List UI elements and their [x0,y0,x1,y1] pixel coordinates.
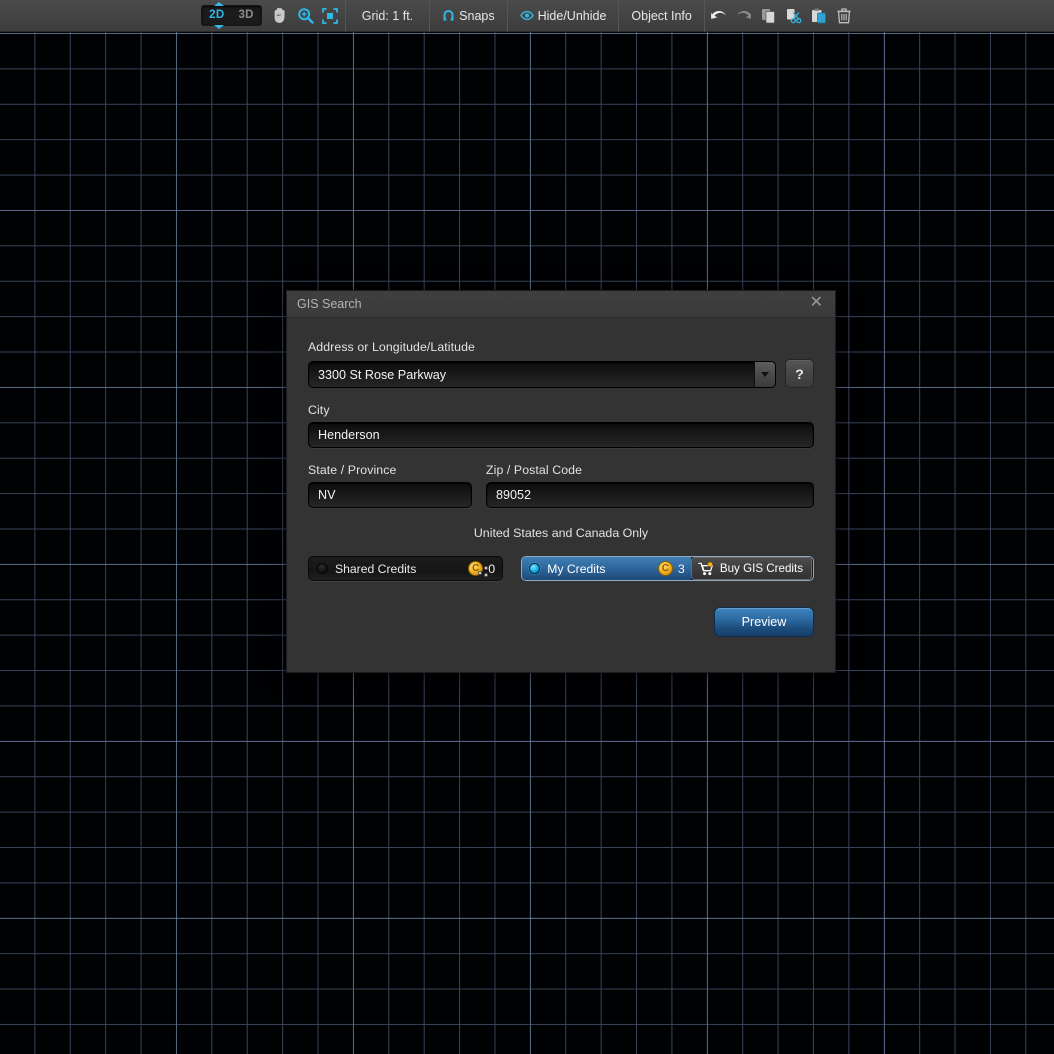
credits-row: Shared Credits 0 My Credits 3 [308,556,814,581]
snap-magnet-icon [442,9,455,22]
toolbar-separator [704,0,705,32]
eye-icon [520,10,534,21]
undo-button[interactable] [707,0,732,32]
dialog-title: GIS Search [297,297,808,311]
city-field-group: City Henderson [308,403,814,448]
shopping-cart-icon [698,562,715,576]
zoom-tool-button[interactable] [293,0,318,32]
snaps-label: Snaps [459,9,494,23]
shared-coin-icon [468,561,483,576]
zoom-extents-button[interactable] [318,0,343,32]
view-mode-2d[interactable]: 2D [202,6,231,25]
zip-field-group: Zip / Postal Code 89052 [486,463,814,508]
city-label: City [308,403,814,417]
hide-unhide-label: Hide/Unhide [538,9,607,23]
top-toolbar: 2D 3D [0,0,1054,32]
application-window: 2D 3D [0,0,1054,1054]
toolbar-separator [507,0,508,32]
my-credits-group: My Credits 3 [521,556,814,581]
object-info-button[interactable]: Object Info [621,0,701,32]
region-note: United States and Canada Only [308,526,814,540]
snaps-button[interactable]: Snaps [432,0,504,32]
state-field-group: State / Province NV [308,463,472,508]
trash-icon [837,8,851,24]
my-credits-count: 3 [678,562,686,576]
shared-credits-count: 0 [488,562,496,576]
undo-arrow-icon [710,8,728,23]
city-input[interactable]: Henderson [308,422,814,448]
delete-button[interactable] [832,0,857,32]
dialog-body: Address or Longitude/Latitude 3300 St Ro… [287,318,835,673]
grid-setting-label[interactable]: Grid: 1 ft. [348,9,427,23]
state-label: State / Province [308,463,472,477]
view-mode-3d[interactable]: 3D [231,6,260,25]
gis-search-dialog: GIS Search ✕ Address or Longitude/Latitu… [286,290,836,673]
paste-button[interactable] [807,0,832,32]
object-info-label: Object Info [631,9,691,23]
help-button[interactable]: ? [785,359,814,388]
view-mode-toggle[interactable]: 2D 3D [201,5,262,26]
toolbar-separator [618,0,619,32]
hide-unhide-button[interactable]: Hide/Unhide [510,0,617,32]
preview-button-wrap: Preview [714,607,814,637]
address-input[interactable]: 3300 St Rose Parkway [309,362,754,387]
pan-tool-button[interactable] [268,0,293,32]
address-field-group: Address or Longitude/Latitude 3300 St Ro… [308,340,814,388]
redo-button[interactable] [732,0,757,32]
toolbar-separator [429,0,430,32]
shared-credits-label: Shared Credits [335,562,468,576]
copy-icon [761,8,777,24]
address-combobox[interactable]: 3300 St Rose Parkway [308,361,776,388]
address-label: Address or Longitude/Latitude [308,340,814,354]
preview-button[interactable]: Preview [714,607,814,637]
shared-credits-option[interactable]: Shared Credits 0 [308,556,503,581]
magnifier-icon [297,7,314,24]
cut-scissors-icon [786,8,803,24]
my-credits-radio[interactable] [529,563,540,574]
zip-label: Zip / Postal Code [486,463,814,477]
state-input[interactable]: NV [308,482,472,508]
zoom-extents-icon [322,8,338,24]
my-credits-label: My Credits [547,562,658,576]
shared-credits-radio[interactable] [317,563,328,574]
toolbar-separator [345,0,346,32]
paste-icon [811,8,827,24]
cut-button[interactable] [782,0,807,32]
dialog-titlebar[interactable]: GIS Search ✕ [287,291,835,318]
hand-icon [272,7,288,24]
state-zip-row: State / Province NV Zip / Postal Code 89… [308,463,814,508]
redo-arrow-icon [735,8,753,23]
address-dropdown-button[interactable] [754,362,775,387]
chevron-down-icon [761,372,769,377]
close-icon[interactable]: ✕ [808,295,825,313]
buy-gis-credits-button[interactable]: Buy GIS Credits [691,557,812,580]
copy-button[interactable] [757,0,782,32]
my-credits-option[interactable]: My Credits 3 [522,557,691,580]
buy-gis-credits-label: Buy GIS Credits [720,562,803,575]
coin-icon [658,561,673,576]
zip-input[interactable]: 89052 [486,482,814,508]
